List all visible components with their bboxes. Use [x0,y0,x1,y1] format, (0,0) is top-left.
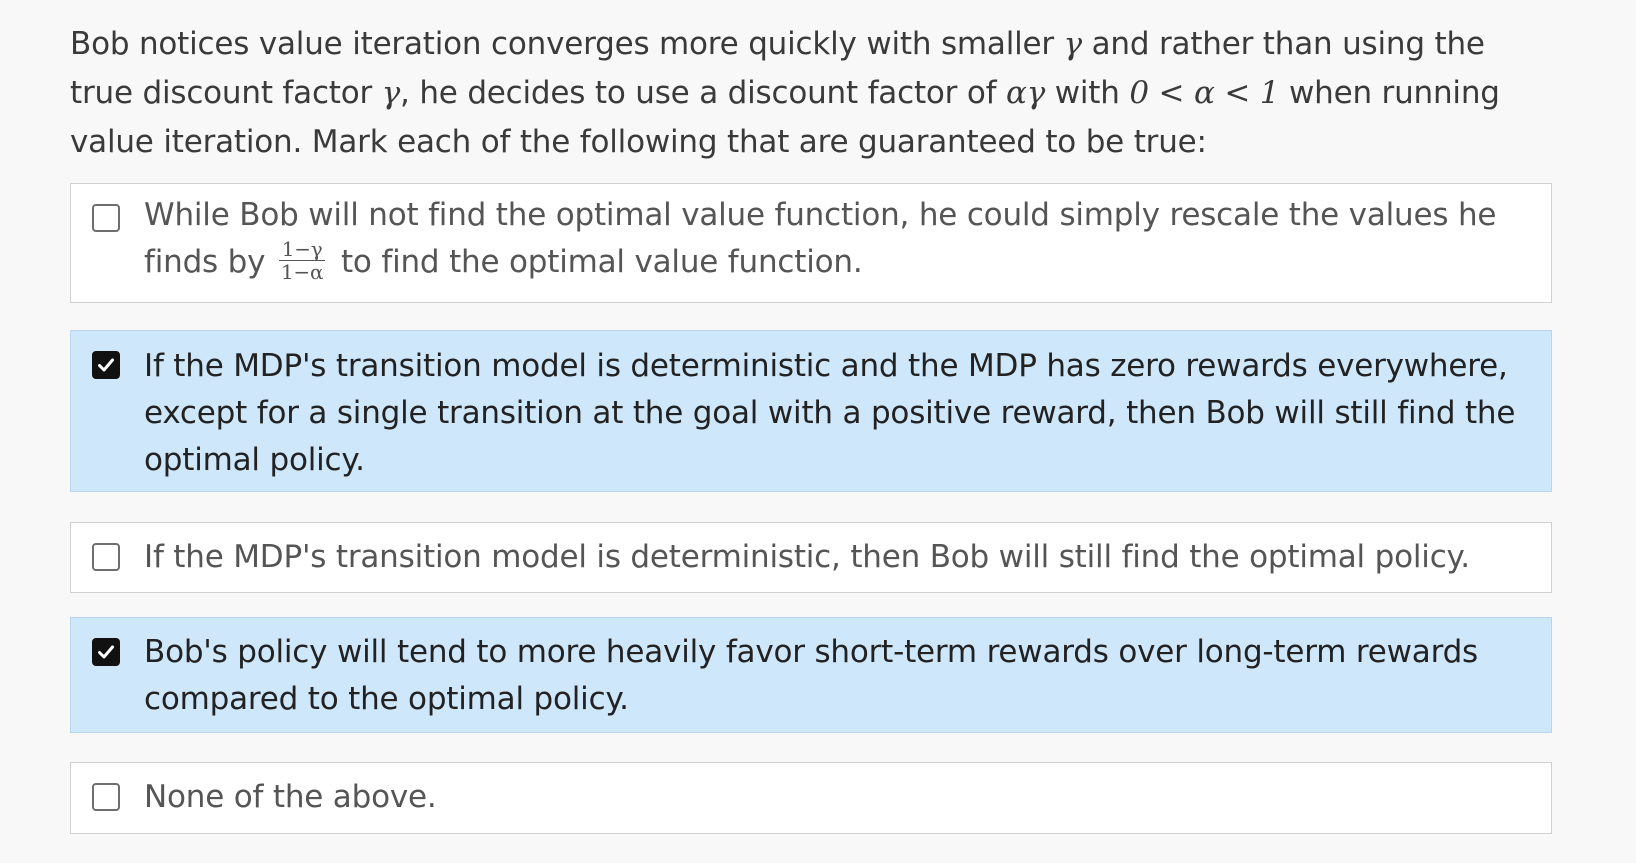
option-label: None of the above. [144,779,437,815]
alpha-gamma-symbol: αγ [1006,75,1046,111]
question-text-1: Bob notices value iteration converges mo… [70,26,1064,62]
fraction-denominator: 1−α [280,260,324,284]
option-label: If the MDP's transition model is determi… [144,539,1470,575]
rescale-fraction: 1−γ 1−α [278,238,326,284]
option-label: Bob's policy will tend to more heavily f… [144,634,1479,717]
checkbox[interactable] [92,543,120,571]
question-text-4: with [1045,75,1130,111]
gamma-symbol: γ [381,75,401,111]
fraction-numerator: 1−γ [278,238,326,261]
option-deterministic[interactable]: If the MDP's transition model is determi… [70,522,1552,593]
option-label: If the MDP's transition model is determi… [144,348,1516,478]
checkmark-icon [98,358,114,372]
question-prompt: Bob notices value iteration converges mo… [70,20,1550,167]
option-favor-short-term[interactable]: Bob's policy will tend to more heavily f… [70,617,1552,733]
checkbox[interactable] [92,204,120,232]
checkmark-icon [98,645,114,659]
gamma-symbol: γ [1063,26,1083,62]
option-none-of-above[interactable]: None of the above. [70,762,1552,834]
checkbox[interactable] [92,783,120,811]
question-text-3: , he decides to use a discount factor of [400,75,1007,111]
option-text-after: to find the optimal value function. [331,244,863,280]
checkbox[interactable] [92,638,120,666]
alpha-inequality: 0 < α < 1 [1129,75,1280,111]
option-label: While Bob will not find the optimal valu… [144,192,1531,286]
option-deterministic-zero-rewards[interactable]: If the MDP's transition model is determi… [70,330,1552,492]
checkbox[interactable] [92,351,120,379]
option-rescale-values[interactable]: While Bob will not find the optimal valu… [70,183,1552,303]
